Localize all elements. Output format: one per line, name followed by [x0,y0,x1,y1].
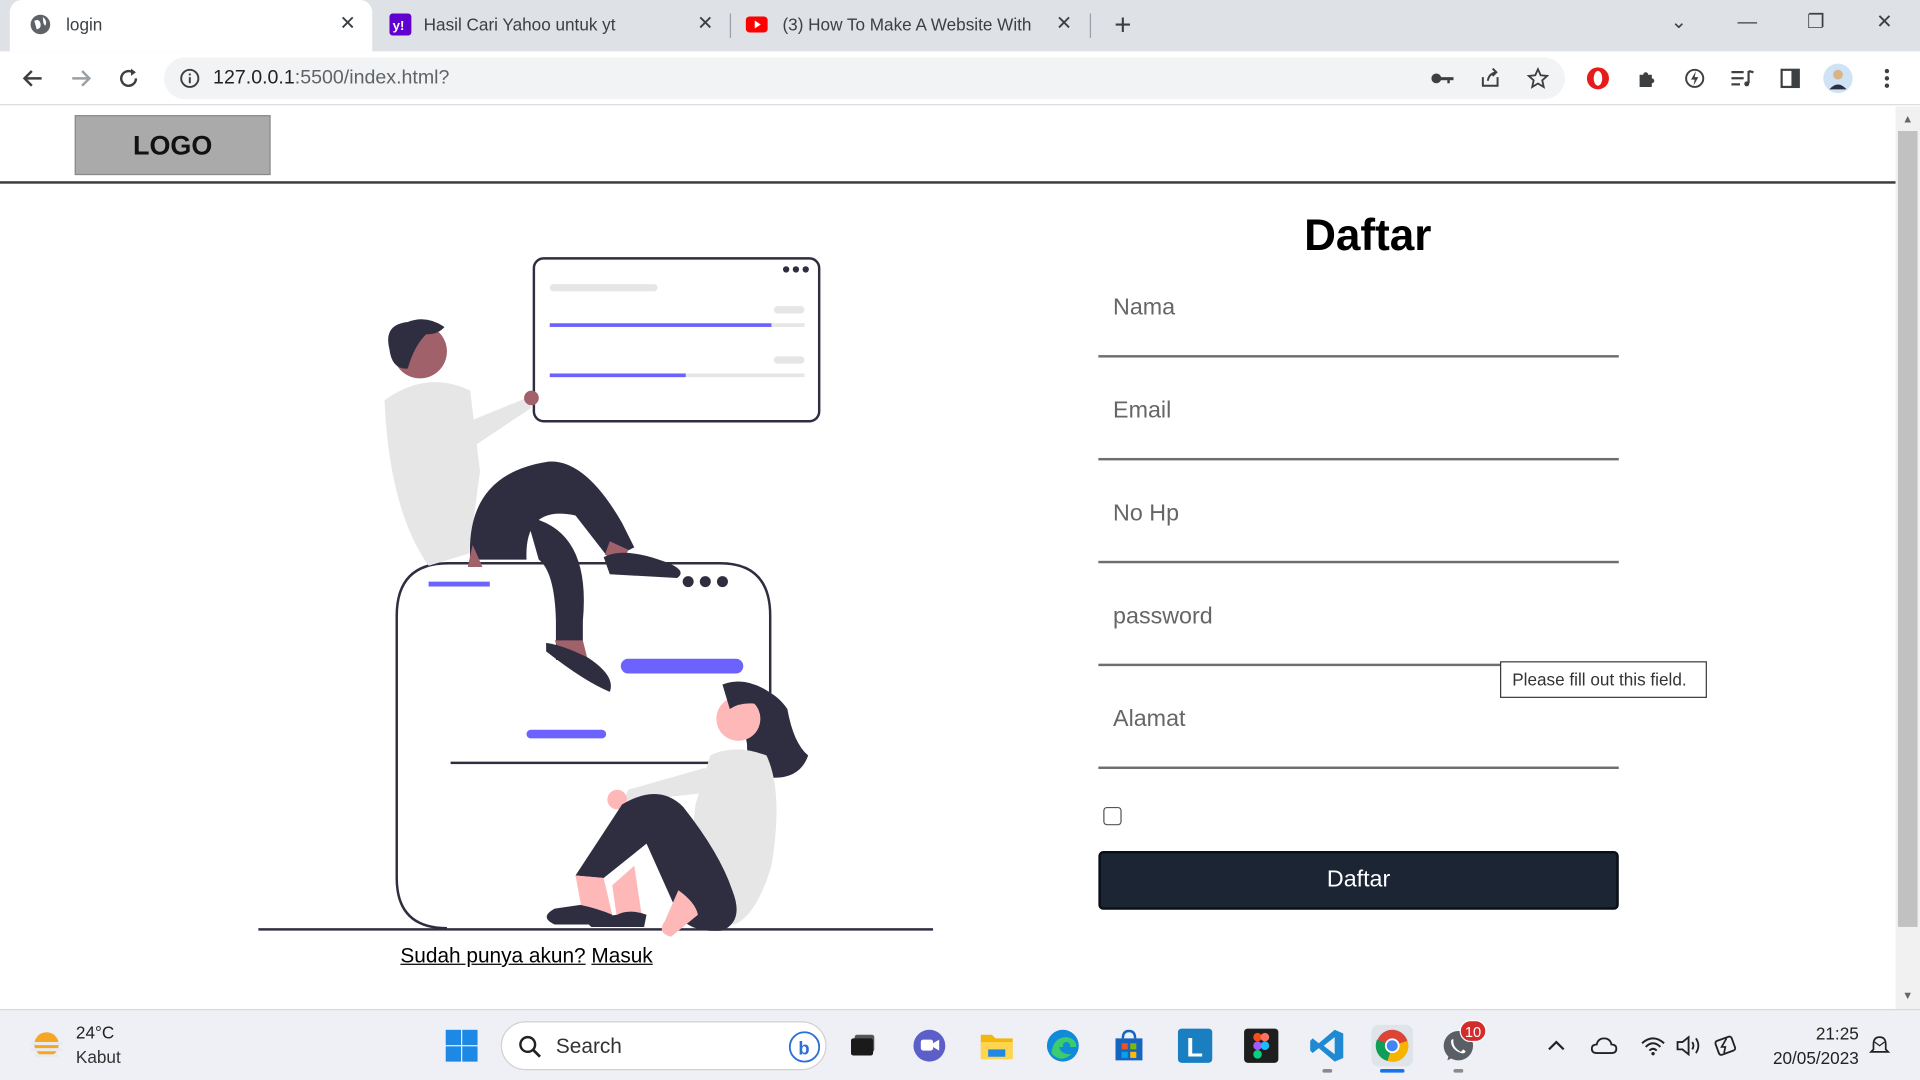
show-hidden-icons-chevron[interactable] [1543,1032,1570,1059]
scroll-up-arrow-icon[interactable]: ▲ [1900,111,1915,126]
forward-button[interactable] [65,62,97,94]
site-info-icon[interactable] [179,67,201,89]
svg-text:L: L [1187,1033,1203,1063]
media-control-icon[interactable] [1727,62,1759,94]
tab-title: login [66,14,103,35]
tab-title: (3) How To Make A Website With [782,14,1032,35]
battery-charging-icon[interactable] [1712,1032,1739,1059]
tab-yahoo[interactable]: y! Hasil Cari Yahoo untuk yt ✕ [372,0,730,51]
file-explorer-icon[interactable] [976,1025,1018,1067]
restore-button[interactable]: ❐ [1798,7,1835,39]
agree-checkbox[interactable] [1103,806,1122,826]
signup-illustration [255,253,941,939]
edge-browser-icon[interactable] [1042,1025,1084,1067]
tab-login[interactable]: login ✕ [9,0,373,52]
task-view-icon[interactable] [841,1025,883,1067]
web-page: LOGO Sudah punya akun? Masuk Daftar Nama… [0,106,1896,1009]
whatsapp-notification-badge: 10 [1459,1020,1487,1043]
close-window-button[interactable]: ✕ [1866,7,1903,39]
side-panel-icon[interactable] [1774,62,1806,94]
page-scrollbar[interactable]: ▲ ▼ [1895,106,1920,1009]
tab-divider [1089,13,1092,38]
tab-title: Hasil Cari Yahoo untuk yt [423,14,616,35]
svg-text:y!: y! [393,18,405,33]
share-icon[interactable] [1478,66,1502,90]
notification-center-icon[interactable] [1866,1032,1893,1059]
password-field-wrap [1098,595,1619,668]
reload-button[interactable] [113,62,145,94]
wifi-icon[interactable] [1640,1032,1667,1059]
windows-taskbar: 24°C Kabut Search b L 10 21:25 20/05/202… [0,1008,1920,1080]
running-indicator [1380,1068,1405,1073]
search-label: Search [555,1034,622,1058]
teams-chat-icon[interactable] [909,1025,951,1067]
email-field-wrap [1098,389,1619,462]
url-path: :5500/index.html? [294,67,450,89]
phone-field-wrap [1098,492,1619,565]
scrollbar-thumb[interactable] [1897,131,1918,927]
phone-input[interactable] [1098,492,1619,564]
globe-icon [29,13,51,35]
clock-time: 21:25 [1815,1023,1859,1044]
weather-condition: Kabut [75,1046,121,1067]
extensions-puzzle-icon[interactable] [1631,62,1663,94]
profile-avatar[interactable] [1822,62,1854,94]
opera-extension-icon[interactable] [1582,62,1614,94]
validation-tooltip: Please fill out this field. [1500,661,1707,698]
yahoo-icon: y! [389,13,412,36]
password-input[interactable] [1098,595,1619,667]
screen: login ✕ y! Hasil Cari Yahoo untuk yt ✕ (… [0,0,1920,1080]
logo[interactable]: LOGO [74,115,271,176]
windows-start-icon[interactable] [441,1025,483,1067]
performance-icon[interactable] [1679,62,1711,94]
login-link[interactable]: Masuk [591,944,652,967]
running-indicator [1322,1068,1333,1073]
close-tab-icon[interactable]: ✕ [336,12,360,36]
system-clock[interactable]: 21:25 20/05/2023 [1753,1021,1859,1070]
tab-search-icon[interactable]: ⌄ [1660,7,1697,39]
already-have-account-link[interactable]: Sudah punya akun? [400,944,585,967]
tab-strip: login ✕ y! Hasil Cari Yahoo untuk yt ✕ (… [0,0,1920,52]
running-indicator [1453,1068,1464,1073]
weather-temp: 24°C [75,1022,115,1043]
login-prompt: Sudah punya akun? Masuk [400,944,652,968]
url-host: 127.0.0.1 [213,67,295,89]
address-field-wrap [1098,697,1619,771]
vscode-icon[interactable] [1307,1025,1349,1067]
tab-youtube[interactable]: (3) How To Make A Website With ✕ [731,0,1089,51]
address-bar[interactable]: 127.0.0.1:5500/index.html? [164,57,1565,100]
weather-fog-icon [27,1027,66,1072]
onedrive-cloud-icon[interactable] [1590,1032,1618,1059]
new-tab-button[interactable]: + [1106,9,1140,43]
name-field-wrap [1098,286,1619,360]
register-button[interactable]: Daftar [1098,851,1619,910]
chrome-icon[interactable] [1371,1024,1414,1067]
url-text: 127.0.0.1:5500/index.html? [213,67,449,89]
close-tab-icon[interactable]: ✕ [693,12,717,36]
browser-toolbar: 127.0.0.1:5500/index.html? [0,51,1920,106]
youtube-icon [745,13,768,35]
form-title: Daftar [1304,209,1432,260]
l-app-icon[interactable]: L [1174,1025,1216,1067]
microsoft-store-icon[interactable] [1108,1025,1150,1067]
minimize-button[interactable]: — [1729,7,1766,39]
scroll-down-arrow-icon[interactable]: ▼ [1900,988,1915,1003]
chrome-menu-icon[interactable] [1871,62,1903,94]
name-input[interactable] [1098,286,1619,358]
back-button[interactable] [17,62,49,94]
figma-icon[interactable] [1240,1025,1282,1067]
bing-icon: b [788,1031,821,1069]
bookmark-star-icon[interactable] [1526,66,1550,90]
clock-date: 20/05/2023 [1772,1048,1859,1068]
weather-widget[interactable]: 24°C Kabut [27,1022,174,1071]
key-icon[interactable] [1430,66,1454,90]
svg-text:b: b [798,1037,809,1058]
header-divider [0,181,1896,184]
email-input[interactable] [1098,389,1619,461]
volume-icon[interactable] [1675,1032,1702,1059]
search-icon [518,1035,542,1066]
address-input[interactable] [1098,697,1619,769]
close-tab-icon[interactable]: ✕ [1052,12,1076,36]
taskbar-search[interactable]: Search b [500,1021,827,1071]
